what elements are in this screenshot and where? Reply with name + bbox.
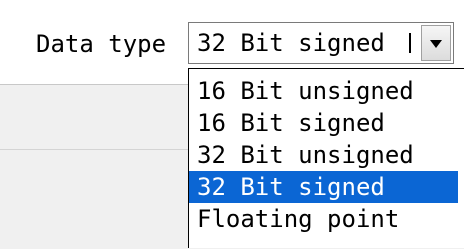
- data-type-combobox-value[interactable]: 32 Bit signed: [197, 29, 423, 57]
- dropdown-option-16-bit-signed[interactable]: 16 Bit signed: [189, 107, 464, 139]
- data-type-label: Data type: [36, 30, 167, 58]
- left-panel: [0, 84, 188, 249]
- data-type-combobox[interactable]: 32 Bit signed: [188, 22, 454, 64]
- dropdown-option-floating-point[interactable]: Floating point: [189, 203, 464, 235]
- data-type-dropdown-button[interactable]: [421, 25, 451, 61]
- data-type-dropdown-list[interactable]: 16 Bit unsigned 16 Bit signed 32 Bit uns…: [188, 68, 464, 248]
- text-caret: [409, 33, 411, 53]
- dropdown-option-16-bit-unsigned[interactable]: 16 Bit unsigned: [189, 75, 464, 107]
- dropdown-option-32-bit-unsigned[interactable]: 32 Bit unsigned: [189, 139, 464, 171]
- chevron-down-icon: [430, 40, 442, 48]
- dropdown-option-32-bit-signed[interactable]: 32 Bit signed: [189, 171, 458, 203]
- panel-divider: [0, 149, 188, 150]
